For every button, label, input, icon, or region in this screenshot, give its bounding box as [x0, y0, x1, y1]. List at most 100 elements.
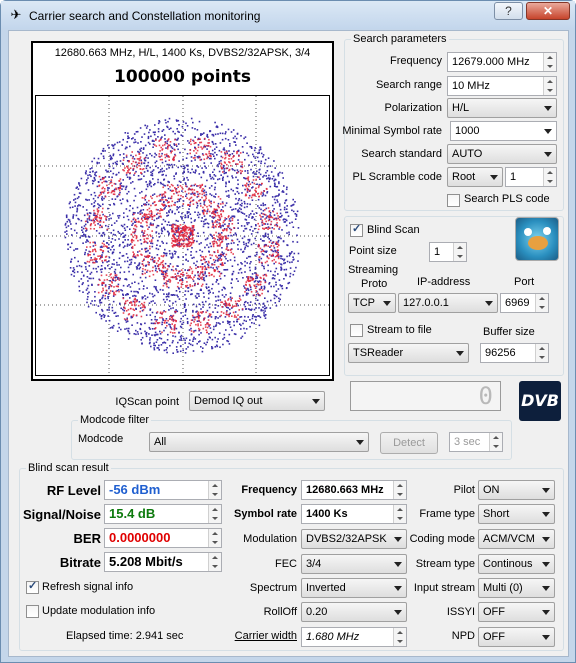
coding-mode-select[interactable]: ACM/VCM — [478, 529, 555, 549]
port-input[interactable]: 6969 — [500, 293, 549, 313]
ip-address-select[interactable]: 127.0.0.1 — [398, 293, 498, 313]
constellation-hot-point — [263, 190, 265, 192]
stream-type-label: Stream type — [415, 558, 475, 570]
constellation-point — [120, 233, 122, 236]
constellation-point — [164, 134, 166, 136]
constellation-hot-point — [168, 278, 170, 281]
title-bar[interactable]: ✈ Carrier search and Constellation monit… — [1, 1, 575, 29]
constellation-point — [286, 211, 289, 214]
buffer-size-input[interactable]: 96256 — [480, 343, 549, 363]
iqscan-point-select[interactable]: Demod IQ out — [189, 391, 325, 411]
constellation-hot-point — [139, 156, 142, 158]
constellation-point — [139, 178, 141, 181]
modcode-select[interactable]: All — [149, 432, 369, 452]
constellation-point — [249, 255, 252, 258]
help-button[interactable]: ? — [494, 2, 523, 20]
constellation-hot-point — [228, 215, 230, 217]
min-symbol-rate-select[interactable]: 1000 — [450, 121, 557, 141]
issyi-select[interactable]: OFF — [478, 602, 555, 622]
constellation-hot-point — [235, 316, 238, 318]
constellation-point — [153, 219, 156, 222]
pilot-select[interactable]: ON — [478, 480, 555, 500]
detect-seconds-input[interactable]: 3 sec — [449, 432, 503, 452]
constellation-hot-point — [134, 302, 136, 304]
constellation-hot-point — [102, 250, 104, 252]
constellation-point — [206, 341, 208, 344]
stream-type-select[interactable]: Continous — [478, 554, 555, 574]
constellation-point — [258, 169, 261, 171]
constellation-point — [82, 275, 85, 277]
frequency-spinner[interactable] — [543, 53, 556, 71]
search-range-input[interactable]: 10 MHz — [447, 76, 557, 96]
constellation-point — [285, 211, 287, 214]
search-range-spinner[interactable] — [543, 77, 556, 95]
frequency-input[interactable]: 12679.000 MHz — [447, 52, 557, 72]
constellation-point — [221, 289, 223, 291]
refresh-signal-checkbox[interactable] — [26, 579, 39, 594]
fec-select[interactable]: 3/4 — [301, 554, 407, 574]
blind-scan-checkbox[interactable] — [350, 222, 363, 237]
update-modulation-checkbox[interactable] — [26, 605, 39, 618]
close-button[interactable]: ✕ — [526, 2, 570, 20]
constellation-point — [194, 172, 196, 174]
constellation-point — [294, 213, 297, 215]
spectrum-select[interactable]: Inverted — [301, 578, 407, 598]
detect-seconds-spinner[interactable] — [489, 433, 502, 451]
constellation-point — [241, 202, 243, 205]
constellation-point — [128, 332, 131, 335]
buffer-size-spinner[interactable] — [535, 344, 548, 362]
constellation-hot-point — [218, 245, 221, 247]
constellation-hot-point — [228, 158, 230, 160]
constellation-point — [107, 250, 109, 253]
constellation-hot-point — [218, 219, 221, 222]
input-stream-select[interactable]: Multi (0) — [478, 578, 555, 598]
constellation-point — [137, 282, 140, 285]
pl-scramble-mode-select[interactable]: Root — [447, 167, 503, 187]
constellation-point — [244, 246, 247, 249]
constellation-point — [160, 273, 163, 275]
constellation-point — [278, 297, 280, 300]
constellation-point — [289, 275, 291, 278]
constellation-hot-point — [244, 291, 246, 293]
detect-button[interactable]: Detect — [380, 432, 438, 454]
constellation-point — [126, 260, 129, 263]
pl-scramble-code-input[interactable]: 1 — [505, 167, 557, 187]
rolloff-select[interactable]: 0.20 — [301, 602, 407, 622]
search-standard-select[interactable]: AUTO — [447, 144, 557, 164]
constellation-hot-point — [97, 211, 99, 213]
constellation-hot-point — [115, 279, 117, 281]
constellation-point — [109, 303, 111, 306]
frame-type-select[interactable]: Short — [478, 504, 555, 524]
pl-scramble-spinner[interactable] — [543, 168, 556, 186]
constellation-point — [278, 236, 281, 239]
constellation-point — [224, 316, 227, 318]
port-spinner[interactable] — [535, 294, 548, 312]
stream-to-file-checkbox[interactable] — [350, 324, 363, 337]
constellation-point — [127, 338, 130, 340]
npd-select[interactable]: OFF — [478, 627, 555, 647]
carrier-width-link[interactable]: Carrier width — [209, 630, 297, 642]
constellation-hot-point — [234, 314, 236, 317]
constellation-point — [253, 322, 255, 325]
constellation-point — [279, 171, 281, 174]
point-size-input[interactable]: 1 — [429, 242, 467, 262]
polarization-select[interactable]: H/L — [447, 98, 557, 118]
constellation-hot-point — [158, 322, 161, 324]
stream-target-select[interactable]: TSReader — [348, 343, 469, 363]
constellation-point — [163, 208, 165, 210]
constellation-point — [225, 171, 227, 174]
constellation-point — [122, 185, 125, 188]
constellation-hot-point — [103, 180, 105, 183]
point-size-spinner[interactable] — [453, 243, 466, 261]
constellation-point — [83, 233, 85, 236]
constellation-point — [185, 157, 188, 159]
search-pls-checkbox[interactable] — [447, 194, 460, 207]
constellation-point — [198, 295, 200, 297]
constellation-point — [102, 203, 104, 206]
proto-select[interactable]: TCP — [348, 293, 396, 313]
modulation-select[interactable]: DVBS2/32APSK — [301, 529, 407, 549]
constellation-point — [260, 238, 262, 240]
constellation-point — [249, 262, 251, 265]
constellation-point — [258, 302, 261, 305]
constellation-point — [164, 327, 167, 329]
